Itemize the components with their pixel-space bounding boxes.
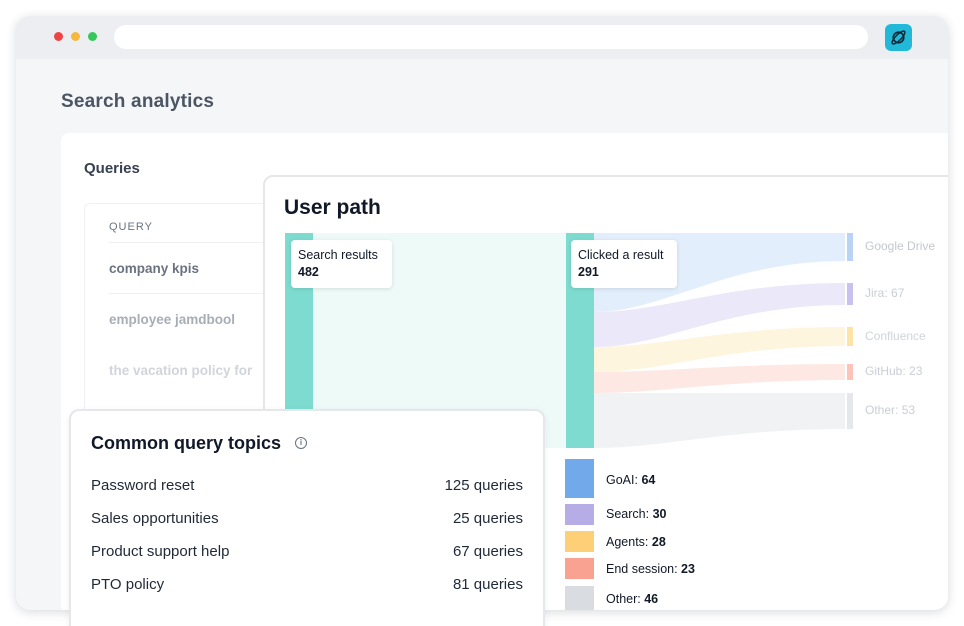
topic-count: 81 queries	[452, 576, 523, 593]
info-icon[interactable]: i	[295, 437, 307, 449]
outcome-label-goai: GoAI: 64	[606, 473, 655, 487]
page-title: Search analytics	[61, 91, 215, 112]
table-row[interactable]: the vacation policy for	[109, 363, 252, 378]
flow-other	[594, 393, 845, 448]
outcome-label-agents: Agents: 28	[606, 535, 666, 549]
dest-label-github: GitHub: 23	[865, 364, 923, 378]
dest-bar-github[interactable]	[847, 364, 853, 380]
outcome-name: Agents:	[606, 535, 652, 549]
node-name: Search results	[298, 248, 378, 262]
dest-name: GitHub	[865, 364, 903, 378]
outcome-name: GoAI:	[606, 473, 642, 487]
outcome-name: Other:	[606, 592, 645, 606]
outcome-count: 64	[641, 473, 656, 487]
dest-bar-confluence[interactable]	[847, 327, 853, 346]
outcome-count: 30	[652, 507, 667, 521]
outcome-name: End session:	[606, 562, 682, 576]
common-query-topics-card: Common query topics i Password reset 125…	[69, 409, 545, 626]
dest-name: Confluence	[865, 329, 926, 343]
list-item[interactable]: Product support help 67 queries	[91, 543, 523, 563]
outcome-count: 28	[651, 535, 666, 549]
queries-title: Queries	[84, 160, 140, 177]
outcome-bar-search[interactable]	[565, 504, 594, 525]
dest-bar-jira[interactable]	[847, 283, 853, 305]
table-row[interactable]: company kpis	[109, 261, 199, 276]
node-name: Clicked a result	[578, 248, 664, 262]
dest-count: 53	[901, 403, 916, 417]
outcome-bar-agents[interactable]	[565, 531, 594, 552]
outcome-count: 23	[681, 562, 695, 576]
query-column-header: QUERY	[109, 221, 153, 233]
node-value: 482	[298, 265, 319, 279]
outcome-label-end-session: End session: 23	[606, 562, 695, 576]
topic-name: PTO policy	[91, 576, 165, 593]
dest-name: Google Drive	[865, 239, 936, 253]
topic-count: 25 queries	[452, 510, 523, 527]
dest-count: 67	[891, 286, 905, 300]
outcome-label-other: Other: 46	[606, 592, 658, 606]
dest-bar-other[interactable]	[847, 393, 853, 429]
topic-count: 125 queries	[444, 477, 523, 494]
table-row[interactable]: employee jamdbool	[109, 312, 235, 327]
outcome-bar-other[interactable]	[565, 586, 594, 610]
topic-name: Product support help	[91, 543, 230, 560]
address-bar[interactable]	[114, 25, 868, 49]
dest-label-jira: Jira: 67	[865, 286, 905, 300]
topic-count: 67 queries	[452, 543, 523, 560]
list-item[interactable]: Password reset 125 queries	[91, 477, 523, 497]
close-window-dot[interactable]	[54, 32, 63, 41]
outcome-bar-goai[interactable]	[565, 459, 594, 498]
clicked-result-label: Clicked a result 291	[571, 240, 677, 288]
user-path-title: User path	[284, 196, 381, 219]
outcome-bar-end-session[interactable]	[565, 558, 594, 579]
list-item[interactable]: PTO policy 81 queries	[91, 576, 523, 596]
table-divider	[109, 293, 289, 294]
outcome-label-search: Search: 30	[606, 507, 666, 521]
queries-table: QUERY company kpis employee jamdbool the…	[84, 203, 289, 433]
maximize-window-dot[interactable]	[88, 32, 97, 41]
topic-name: Password reset	[91, 477, 195, 494]
dest-name: Jira	[865, 286, 885, 300]
dest-bar-google-drive[interactable]	[847, 233, 853, 261]
minimize-window-dot[interactable]	[71, 32, 80, 41]
dest-label-other: Other: 53	[865, 403, 916, 417]
list-item[interactable]: Sales opportunities 25 queries	[91, 510, 523, 530]
outcome-name: Search:	[606, 507, 653, 521]
dest-count: 23	[909, 364, 923, 378]
topics-title: Common query topics	[91, 433, 282, 453]
topic-name: Sales opportunities	[91, 510, 219, 527]
orbit-logo-icon	[891, 30, 906, 45]
browser-titlebar	[16, 16, 948, 59]
dest-label-google-drive: Google Drive	[865, 239, 935, 253]
node-value: 291	[578, 265, 599, 279]
table-divider	[109, 242, 289, 243]
dest-label-confluence: Confluence	[865, 329, 926, 343]
extension-button[interactable]	[885, 24, 912, 51]
dest-name: Other	[865, 403, 896, 417]
outcome-count: 46	[644, 592, 659, 606]
search-results-label: Search results 482	[291, 240, 392, 288]
